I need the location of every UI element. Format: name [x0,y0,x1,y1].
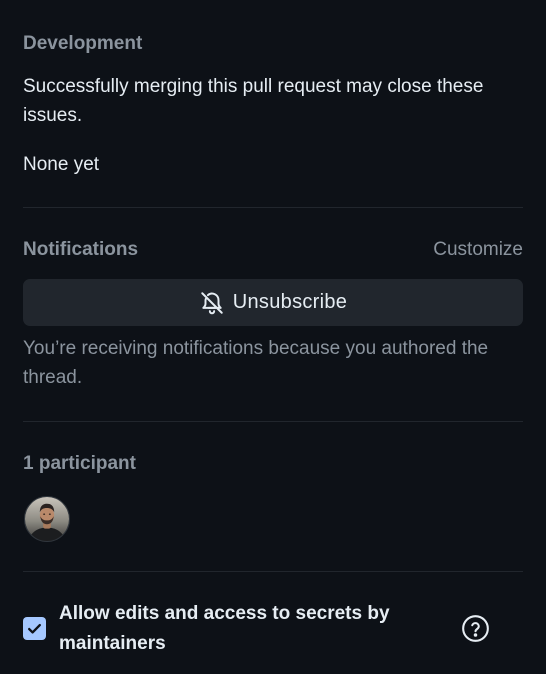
allow-edits-label[interactable]: Allow edits and access to secrets by mai… [59,599,439,659]
question-circle-icon[interactable] [461,614,490,643]
development-description: Successfully merging this pull request m… [23,76,484,126]
linked-issues-empty: None yet [23,154,100,175]
divider [23,421,523,422]
divider [23,207,523,208]
sidebar-panel: Development Successfully merging this pu… [0,0,546,674]
bell-slash-icon [199,290,225,316]
allow-edits-checkbox[interactable] [23,617,46,640]
divider [23,571,523,572]
development-heading: Development [23,33,143,54]
notifications-heading: Notifications [23,239,139,260]
notification-reason: You’re receiving notifications because y… [23,338,489,388]
participants-heading: 1 participant [23,453,136,474]
customize-link[interactable]: Customize [433,237,523,263]
unsubscribe-button[interactable]: Unsubscribe [23,279,523,326]
checkmark-icon [28,623,41,634]
unsubscribe-label: Unsubscribe [232,291,348,313]
participant-avatar[interactable] [24,496,70,542]
